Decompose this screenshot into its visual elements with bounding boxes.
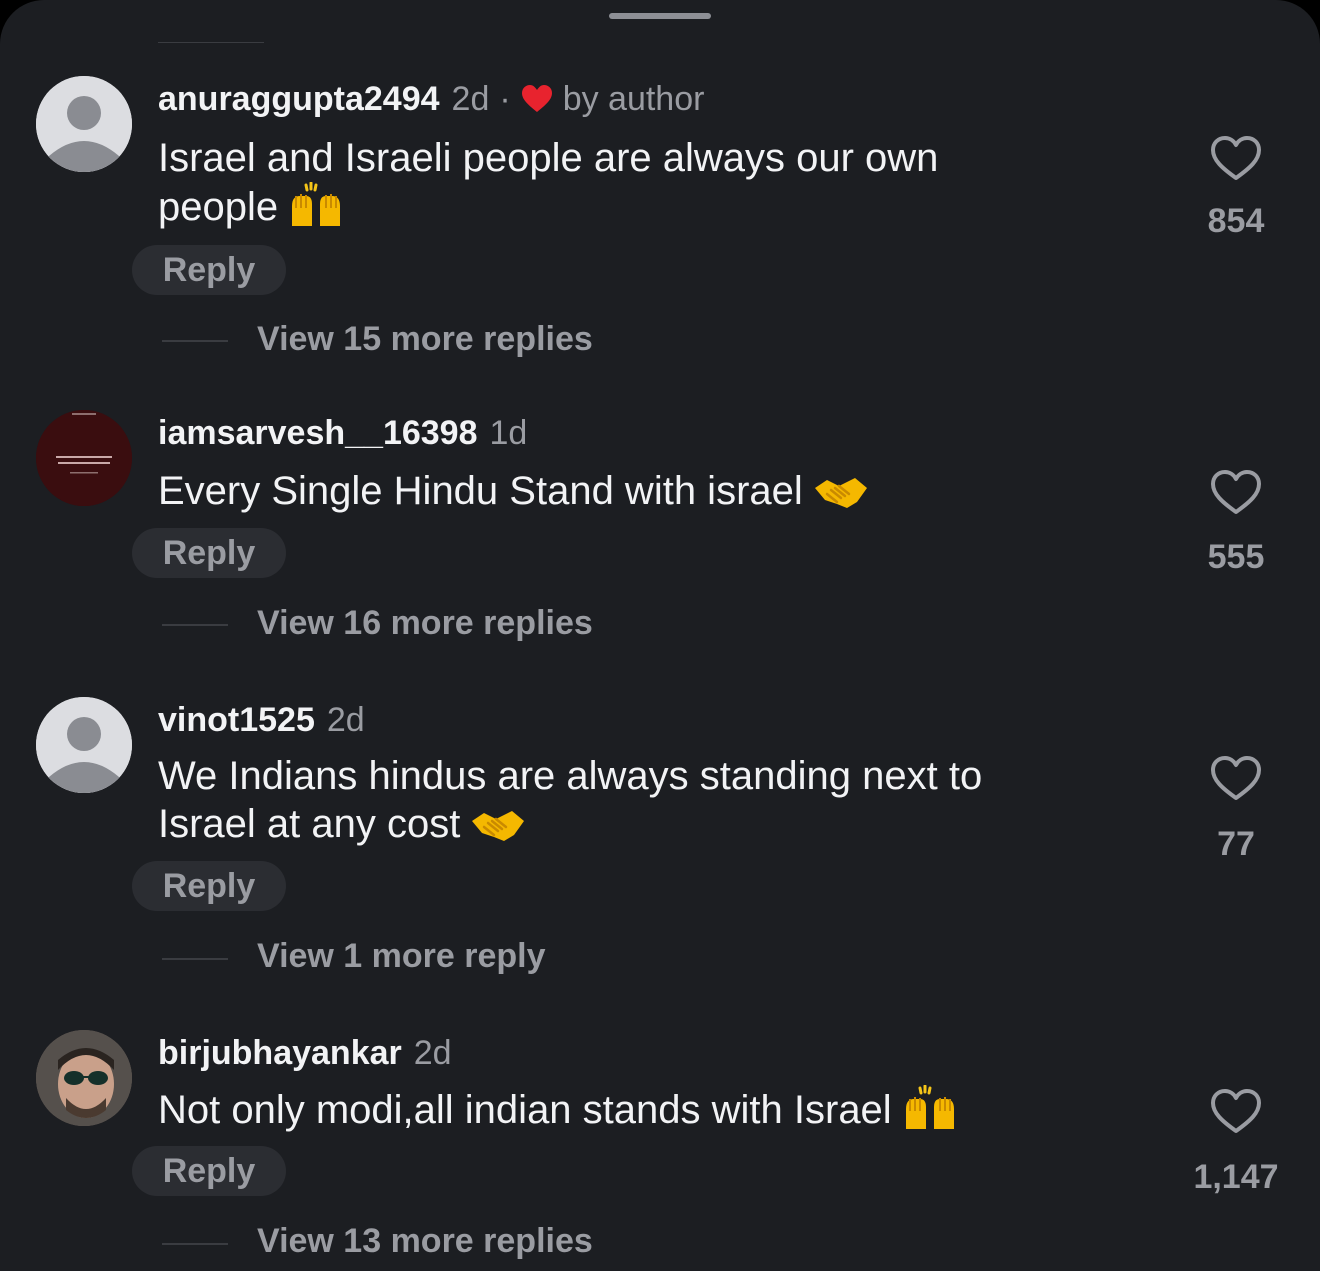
photo-avatar[interactable] [36,1030,132,1126]
heart-outline-icon[interactable] [1210,754,1262,802]
view-more-replies-link[interactable]: View 15 more replies [257,320,593,359]
divider-line [162,340,228,342]
comment-text: Every Single Hindu Stand with israel [158,467,869,515]
view-more-replies-link[interactable]: View 1 more reply [257,937,546,976]
heart-outline-icon[interactable] [1210,1087,1262,1135]
handshake-emoji-icon [472,811,525,841]
reply-button[interactable]: Reply [132,245,286,295]
divider [158,42,264,43]
divider-line [162,1243,228,1245]
separator-dot: · [499,79,511,118]
comment-text-line: Every Single Hindu Stand with israel [158,467,869,515]
view-more-replies-link[interactable]: View 13 more replies [257,1222,593,1261]
like-count: 555 [1207,538,1265,576]
divider-line [162,624,228,626]
author-liked-heart-icon [521,85,552,112]
view-more-replies-link[interactable]: View 16 more replies [257,604,593,643]
reply-button[interactable]: Reply [132,528,286,578]
comments-sheet: anuraggupta2494 2d · by author Israel an… [0,0,1320,1271]
quote-image-avatar[interactable] [36,410,132,506]
comment-time: 2d [413,1033,452,1072]
comment-text-segment: Israel at any cost [158,802,461,846]
comment-username[interactable]: birjubhayankar [158,1034,402,1073]
comment-text-line: people [158,182,938,231]
default-avatar-icon[interactable] [36,697,132,793]
comment-text-line: Not only modi,all indian stands with Isr… [158,1085,958,1134]
handshake-emoji-icon [814,478,867,508]
comment-text: Not only modi,all indian stands with Isr… [158,1085,958,1134]
comment-username[interactable]: anuraggupta2494 [158,80,440,119]
heart-outline-icon[interactable] [1210,468,1262,516]
comment-text-segment: people [158,185,279,229]
raising-hands-emoji-icon [292,182,341,226]
default-avatar-icon[interactable] [36,76,132,172]
like-count: 77 [1217,825,1255,863]
comment-text-line: We Indians hindus are always standing ne… [158,754,983,798]
like-count: 854 [1207,202,1265,240]
comment-time: 1d [489,413,528,452]
raising-hands-emoji-icon [905,1085,954,1129]
comment-text-line: Israel and Israeli people are always our… [158,136,939,180]
reply-button[interactable]: Reply [132,1146,286,1196]
comment-time: 2d [451,79,490,118]
comment-username[interactable]: iamsarvesh__16398 [158,414,478,453]
comment-text: We Indians hindus are always standing ne… [158,752,982,848]
divider-line [162,958,228,960]
reply-button[interactable]: Reply [132,861,286,911]
comment-text-segment: Not only modi,all indian stands with Isr… [158,1088,892,1132]
like-count: 1,147 [1193,1158,1279,1196]
drag-handle[interactable] [609,13,711,19]
comment-text-line: Israel at any cost [158,800,982,848]
heart-outline-icon[interactable] [1210,134,1262,182]
by-author-label: by author [562,79,705,118]
comment-text-segment: Every Single Hindu Stand with israel [158,469,803,513]
comment-text: Israel and Israeli people are always our… [158,134,938,231]
comment-username[interactable]: vinot1525 [158,701,315,740]
comment-time: 2d [326,700,365,739]
